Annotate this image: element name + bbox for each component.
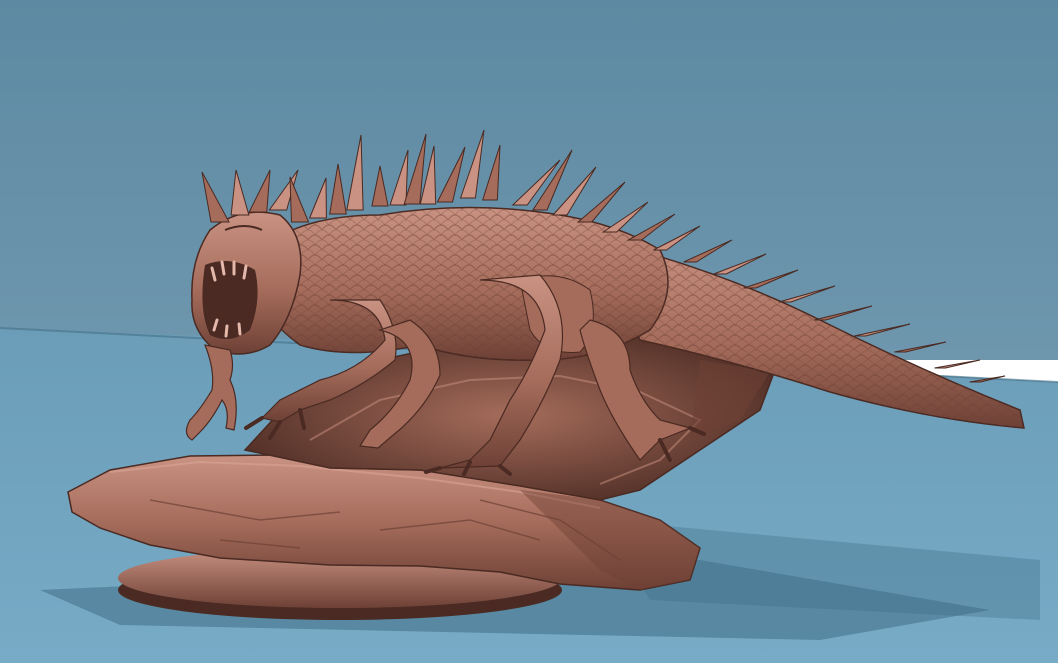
sculpt-render-viewport [0, 0, 1058, 663]
sculpt-render [0, 0, 1058, 663]
open-jaw [202, 261, 258, 339]
dorsal-spike [934, 359, 981, 369]
